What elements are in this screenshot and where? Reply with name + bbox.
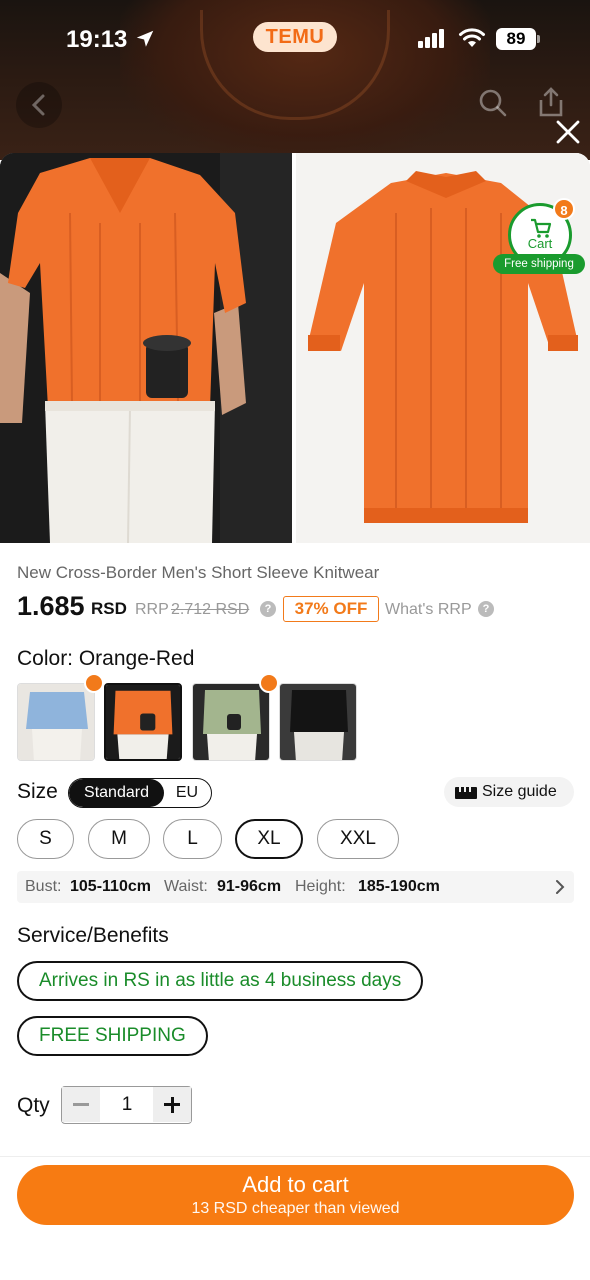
height-key: Height: [295,878,346,895]
color-swatch-sage-green[interactable] [192,683,270,761]
add-to-cart-button[interactable]: Add to cart 13 RSD cheaper than viewed [17,1165,574,1225]
color-swatch-black[interactable] [279,683,357,761]
product-gallery[interactable]: Cart 8 Free shipping [0,153,590,543]
rrp-help-icon[interactable]: ? [260,601,276,617]
size-measurements-row[interactable]: Bust: 105-110cm Waist: 91-96cm Height: 1… [17,871,574,903]
bust-key: Bust: [25,878,62,895]
price-value: 1.685 [17,591,85,621]
close-icon[interactable] [554,118,582,146]
back-button[interactable] [16,82,62,128]
size-guide-label: Size guide [482,783,557,800]
hot-icon [84,673,104,693]
status-bar: 19:13 TEMU 89 [0,0,590,80]
share-icon[interactable] [536,86,566,118]
battery-indicator: 89 [496,28,536,50]
waist-value: 91-96cm [217,878,282,895]
swatch-image [18,684,94,760]
price-row: 1.685 RSD RRP 2.712 RSD ? 37% OFF What's… [17,591,577,627]
location-arrow-icon [136,30,154,47]
add-to-cart-subtext: 13 RSD cheaper than viewed [191,1200,400,1217]
height-value: 185-190cm [358,878,440,895]
hot-icon [259,673,279,693]
cart-label: Cart [527,236,553,251]
quantity-stepper[interactable]: 1 [61,1086,192,1124]
whats-rrp-link[interactable]: What's RRP [385,601,472,619]
status-time: 19:13 [66,26,128,53]
qty-decrease-button[interactable] [62,1087,100,1122]
color-swatch-light-blue[interactable] [17,683,95,761]
price-currency: RSD [91,599,127,618]
model-photo[interactable] [0,153,292,543]
eu-tab[interactable]: EU [164,779,210,807]
qty-value[interactable]: 1 [100,1087,154,1122]
search-icon[interactable] [478,88,508,118]
size-option-l[interactable]: L [163,819,222,859]
whats-rrp-help-icon[interactable]: ? [478,601,494,617]
size-option-xl[interactable]: XL [235,819,303,859]
swatch-image [106,685,180,759]
free-shipping-tag: Free shipping [493,254,585,274]
swatch-image [280,684,356,760]
add-to-cart-label: Add to cart [242,1172,349,1197]
temu-app-pill[interactable]: TEMU [253,22,337,52]
footer-divider [0,1156,590,1157]
qty-label: Qty [17,1094,50,1117]
chevron-right-icon [556,880,565,894]
model-image [0,153,292,543]
discount-badge: 37% OFF [283,596,379,622]
cellular-signal-icon [418,29,444,48]
rrp-value: 2.712 RSD [171,601,250,618]
services-label: Service/Benefits [17,924,169,947]
size-option-s[interactable]: S [17,819,74,859]
service-free-shipping-pill[interactable]: FREE SHIPPING [17,1016,208,1056]
ruler-icon [455,787,477,799]
chevron-left-icon [31,94,45,116]
waist-key: Waist: [164,878,208,895]
battery-tip [537,35,540,43]
rrp-label: RRP [135,601,169,618]
minus-icon [73,1103,89,1106]
size-label: Size [17,780,58,803]
color-swatch-orange-red[interactable] [104,683,182,761]
size-guide-button[interactable]: Size guide [444,777,574,807]
product-title: New Cross-Border Men's Short Sleeve Knit… [17,563,380,582]
color-label: Color: Orange-Red [17,647,195,670]
qty-increase-button[interactable] [153,1087,191,1122]
service-arrival-pill[interactable]: Arrives in RS in as little as 4 business… [17,961,424,1001]
size-standard-toggle[interactable]: Standard EU [68,778,212,808]
wifi-icon [459,28,485,47]
standard-tab[interactable]: Standard [69,779,164,807]
product-sheet: Cart 8 Free shipping New Cross-Border Me… [0,153,590,1280]
size-option-m[interactable]: M [88,819,150,859]
size-option-xxl[interactable]: XXL [317,819,399,859]
plus-icon-stem [170,1096,174,1113]
bust-value: 105-110cm [70,878,151,895]
swatch-image [193,684,269,760]
cart-count-badge: 8 [553,198,575,220]
